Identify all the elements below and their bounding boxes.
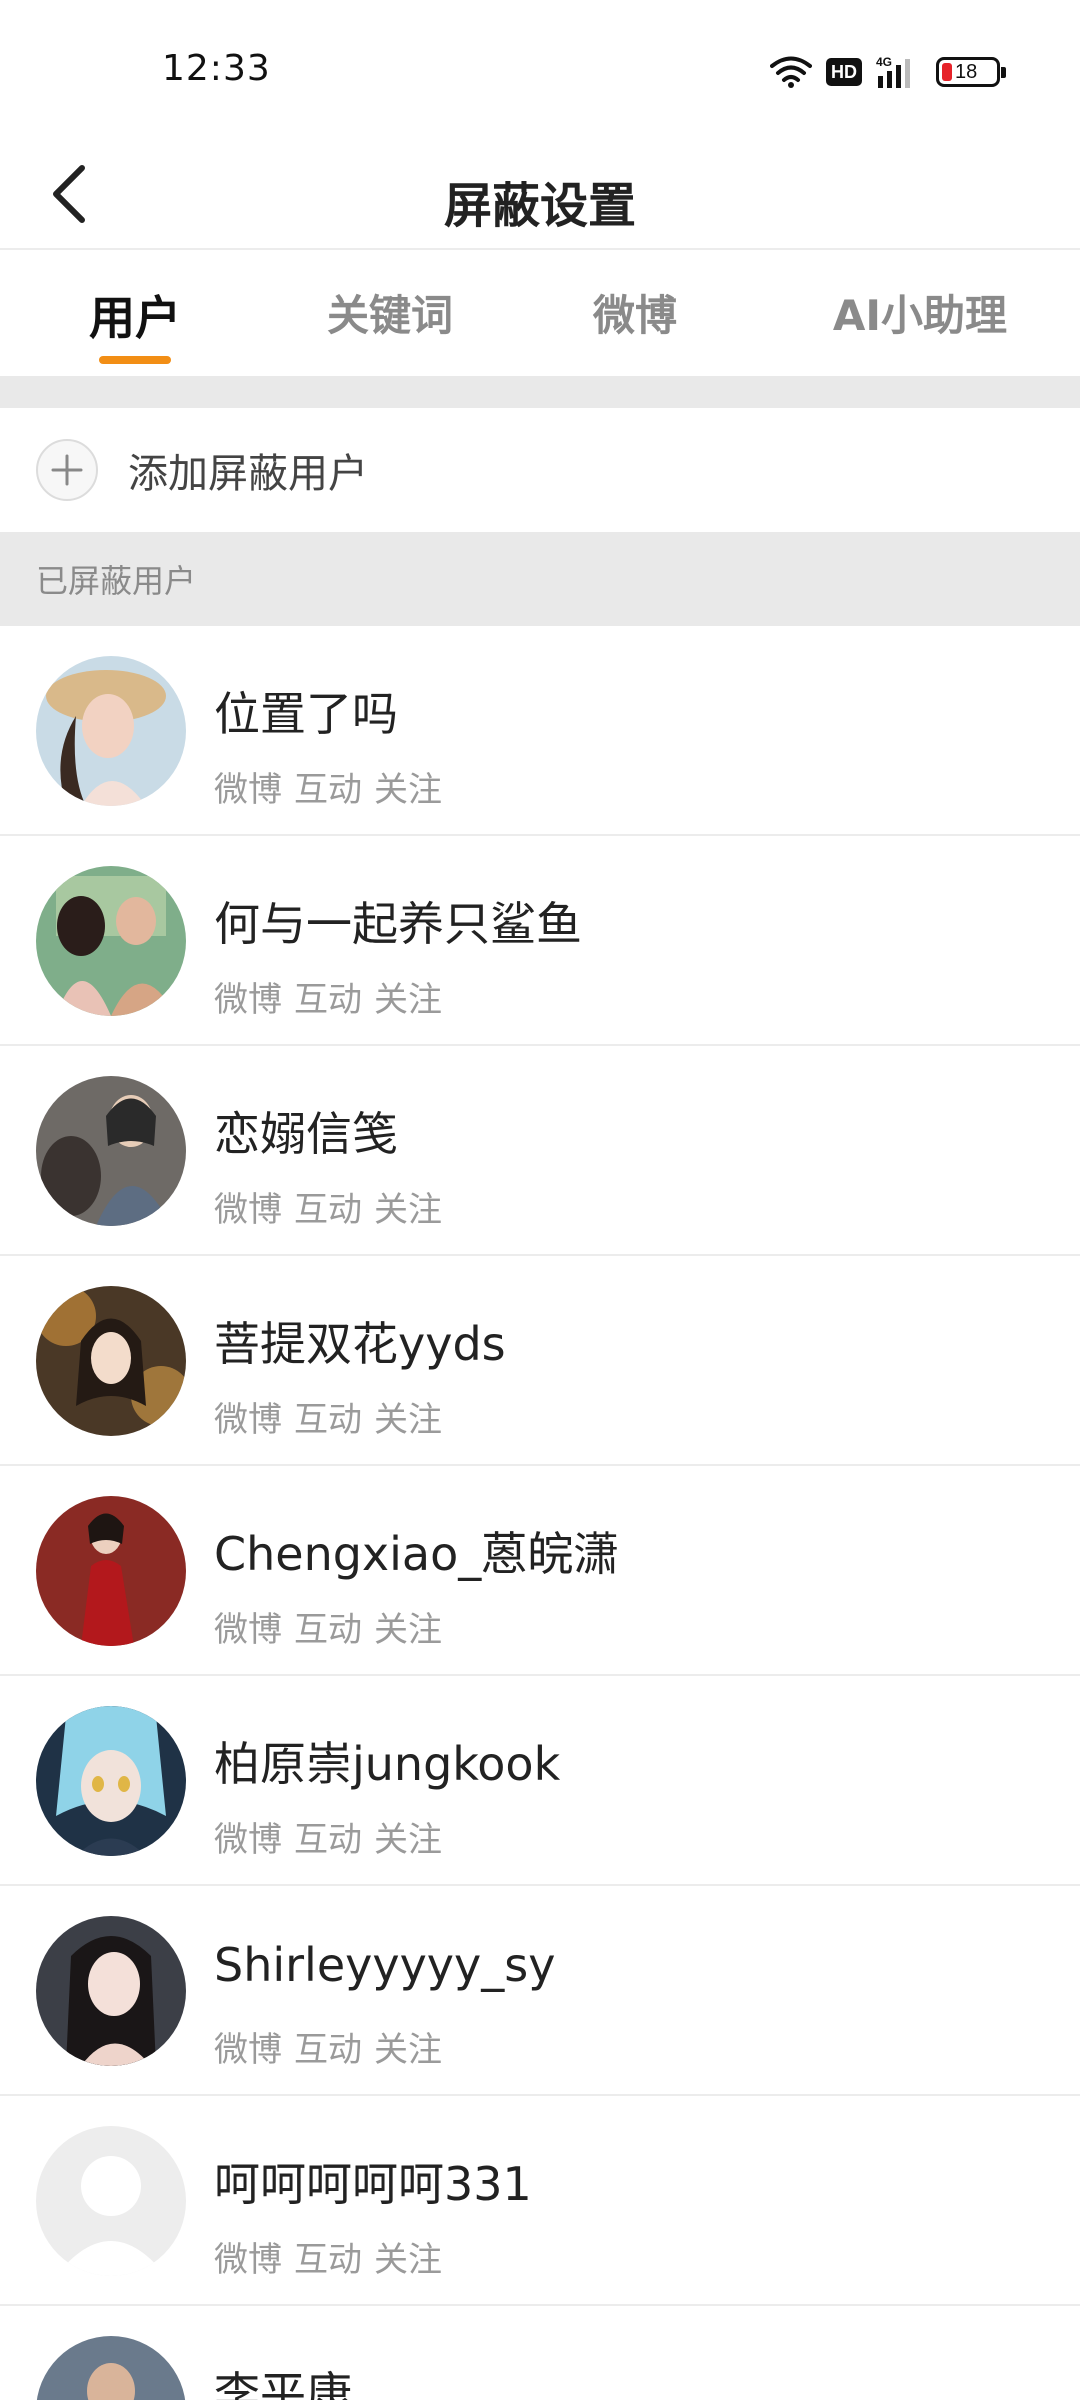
avatar[interactable]: [36, 1706, 186, 1856]
scope-follow: 关注: [374, 980, 442, 1020]
user-block-scope: 微博 互动 关注: [214, 2232, 442, 2281]
status-time: 12:33: [162, 48, 271, 89]
active-tab-indicator: [99, 356, 171, 364]
page-title: 屏蔽设置: [443, 178, 636, 234]
scope-weibo: 微博: [214, 1190, 282, 1230]
list-item[interactable]: Shirleyyyyy_sy 微博 互动 关注: [0, 1886, 1080, 2096]
navigation-header: 屏蔽设置: [0, 140, 1080, 250]
list-item[interactable]: 菩提双花yyds 微博 互动 关注: [0, 1256, 1080, 1466]
tab-users[interactable]: 用户: [0, 252, 270, 376]
scope-weibo: 微博: [214, 2030, 282, 2070]
avatar[interactable]: [36, 1076, 186, 1226]
user-name: 菩提双花yyds: [214, 1317, 506, 1371]
status-bar: 12:33 HD 4G 18: [0, 0, 1080, 140]
scope-follow: 关注: [374, 1820, 442, 1860]
list-item[interactable]: Chengxiao_蒽皖潇 微博 互动 关注: [0, 1466, 1080, 1676]
user-name: Chengxiao_蒽皖潇: [214, 1527, 620, 1581]
hd-badge: HD: [826, 58, 862, 86]
scope-follow: 关注: [374, 2030, 442, 2070]
user-name: 李平康: [214, 2367, 352, 2400]
section-label: 已屏蔽用户: [36, 562, 197, 600]
scope-weibo: 微博: [214, 1400, 282, 1440]
avatar[interactable]: [36, 1496, 186, 1646]
default-avatar[interactable]: [36, 2126, 186, 2276]
scope-weibo: 微博: [214, 770, 282, 810]
cell-signal-icon: 4G: [876, 54, 922, 90]
user-block-scope: 微博 互动 关注: [214, 972, 442, 1021]
scope-interaction: 互动: [294, 2240, 362, 2280]
scope-follow: 关注: [374, 1610, 442, 1650]
scope-interaction: 互动: [294, 980, 362, 1020]
user-name: 何与一起养只鲨鱼: [214, 897, 582, 951]
wifi-icon: [770, 55, 812, 89]
scope-follow: 关注: [374, 770, 442, 810]
user-name: 恋嫋信笺: [214, 1107, 398, 1161]
add-blocked-user-button[interactable]: 添加屏蔽用户: [0, 408, 1080, 532]
status-icons: HD 4G 18: [770, 50, 1006, 94]
blocked-user-list: 位置了吗 微博 互动 关注 何与一起养只鲨鱼 微博 互动 关注 恋嫋信笺 微博 …: [0, 626, 1080, 2400]
avatar[interactable]: [36, 1286, 186, 1436]
user-name: 呵呵呵呵呵331: [214, 2157, 532, 2211]
scope-follow: 关注: [374, 2240, 442, 2280]
user-name: 柏原崇jungkook: [214, 1737, 561, 1791]
list-item[interactable]: 位置了吗 微博 互动 关注: [0, 626, 1080, 836]
list-item[interactable]: 李平康 微博 互动 关注: [0, 2306, 1080, 2400]
user-block-scope: 微博 互动 关注: [214, 1182, 442, 1231]
tab-weibo[interactable]: 微博: [510, 252, 760, 376]
scope-weibo: 微博: [214, 1610, 282, 1650]
scope-weibo: 微博: [214, 2240, 282, 2280]
user-name: 位置了吗: [214, 687, 398, 741]
user-name: Shirleyyyyy_sy: [214, 1938, 556, 1992]
user-block-scope: 微博 互动 关注: [214, 2022, 442, 2071]
avatar[interactable]: [36, 866, 186, 1016]
tab-label: 微博: [592, 291, 677, 340]
user-block-scope: 微博 互动 关注: [214, 1812, 442, 1861]
avatar[interactable]: [36, 656, 186, 806]
scope-interaction: 互动: [294, 1820, 362, 1860]
scope-interaction: 互动: [294, 1610, 362, 1650]
battery-level: 18: [955, 60, 978, 83]
user-block-scope: 微博 互动 关注: [214, 1602, 442, 1651]
battery-fill: [942, 63, 952, 81]
svg-text:4G: 4G: [876, 55, 892, 69]
avatar[interactable]: [36, 2336, 186, 2400]
user-block-scope: 微博 互动 关注: [214, 1392, 442, 1441]
section-header: 已屏蔽用户: [0, 532, 1080, 626]
list-item[interactable]: 呵呵呵呵呵331 微博 互动 关注: [0, 2096, 1080, 2306]
tab-bar: 用户 关键词 微博 AI小助理: [0, 252, 1080, 376]
tab-keywords[interactable]: 关键词: [270, 252, 510, 376]
battery-icon: 18: [936, 57, 1006, 87]
divider: [0, 376, 1080, 408]
add-blocked-user-label: 添加屏蔽用户: [128, 451, 368, 497]
tab-ai-assistant[interactable]: AI小助理: [760, 252, 1080, 376]
scope-interaction: 互动: [294, 1400, 362, 1440]
tab-label: 关键词: [326, 291, 453, 340]
scope-follow: 关注: [374, 1190, 442, 1230]
scope-weibo: 微博: [214, 1820, 282, 1860]
scope-follow: 关注: [374, 1400, 442, 1440]
scope-weibo: 微博: [214, 980, 282, 1020]
list-item[interactable]: 恋嫋信笺 微博 互动 关注: [0, 1046, 1080, 1256]
scope-interaction: 互动: [294, 1190, 362, 1230]
tab-label: AI小助理: [832, 291, 1008, 340]
list-item[interactable]: 何与一起养只鲨鱼 微博 互动 关注: [0, 836, 1080, 1046]
user-block-scope: 微博 互动 关注: [214, 762, 442, 811]
avatar[interactable]: [36, 1916, 186, 2066]
plus-icon: [36, 439, 98, 501]
scope-interaction: 互动: [294, 2030, 362, 2070]
scope-interaction: 互动: [294, 770, 362, 810]
list-item[interactable]: 柏原崇jungkook 微博 互动 关注: [0, 1676, 1080, 1886]
